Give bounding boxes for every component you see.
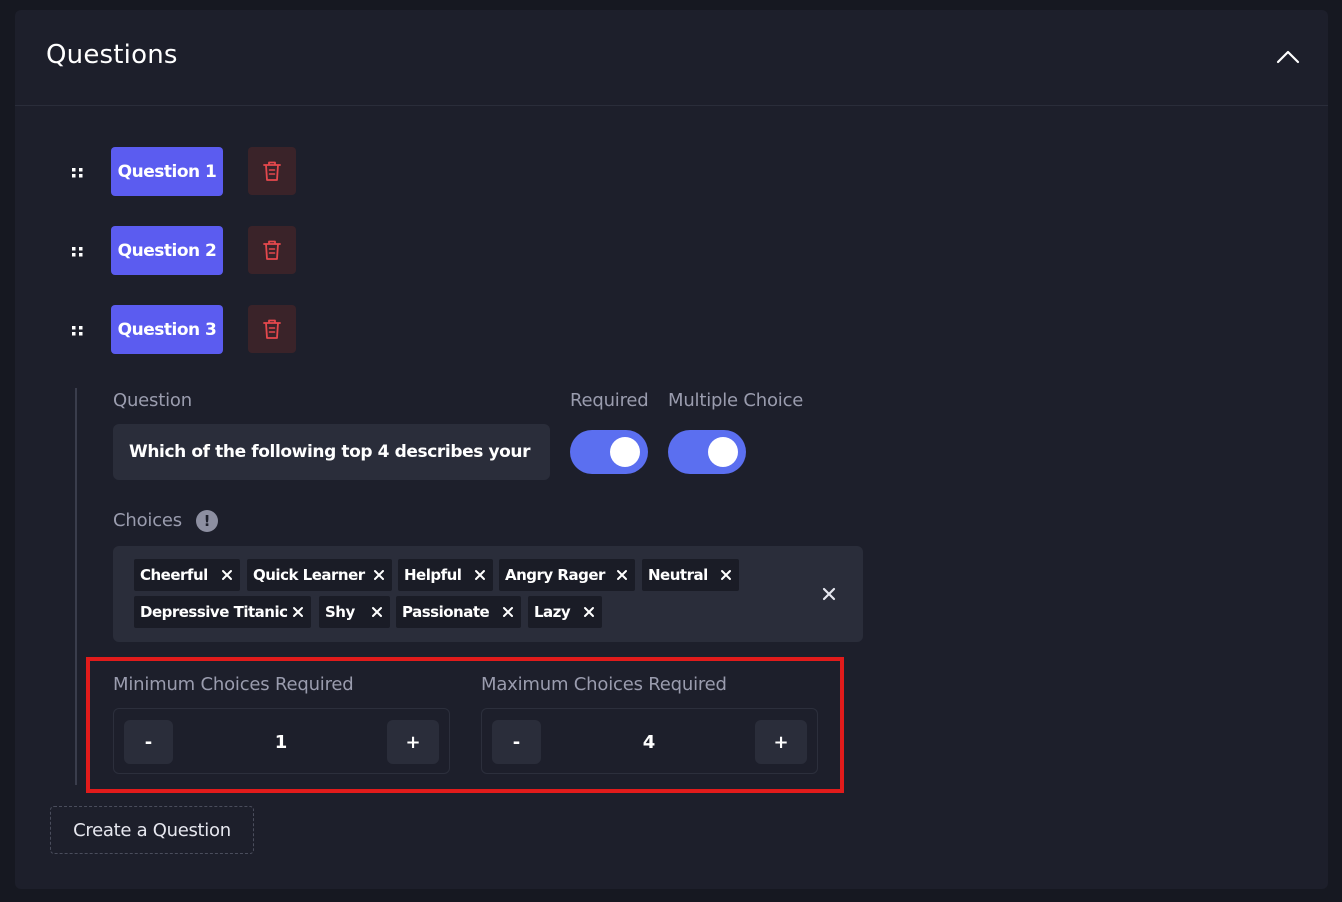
choice-chip-label: Angry Rager [505, 566, 605, 584]
remove-choice-icon[interactable] [719, 567, 733, 583]
chevron-up-icon[interactable] [1275, 46, 1301, 68]
delete-question-1-button[interactable] [248, 147, 296, 195]
multiple-choice-toggle[interactable] [668, 430, 746, 474]
questions-panel: Questions Question 1 Question 2 Question… [15, 10, 1328, 889]
max-decrement-button[interactable]: - [492, 720, 541, 764]
remove-choice-icon[interactable] [291, 604, 305, 620]
info-icon[interactable]: ! [196, 510, 218, 532]
choice-chip: Helpful [398, 559, 493, 591]
drag-handle-icon[interactable] [71, 165, 85, 179]
choice-chip-label: Passionate [402, 603, 490, 621]
remove-choice-icon[interactable] [615, 567, 629, 583]
max-choices-stepper: - 4 + [481, 708, 818, 774]
choice-chip-label: Neutral [648, 566, 708, 584]
choices-input[interactable]: Cheerful Quick Learner Helpful Angry Rag… [113, 546, 863, 642]
question-2-button[interactable]: Question 2 [111, 226, 223, 275]
drag-handle-icon[interactable] [71, 244, 85, 258]
remove-choice-icon[interactable] [372, 567, 386, 583]
choice-chip-label: Lazy [534, 603, 571, 621]
delete-question-2-button[interactable] [248, 226, 296, 274]
question-field-label: Question [113, 390, 192, 411]
question-text-input[interactable] [113, 424, 550, 480]
min-choices-label: Minimum Choices Required [113, 674, 354, 695]
remove-choice-icon[interactable] [473, 567, 487, 583]
clear-choices-icon[interactable] [821, 586, 837, 602]
drag-handle-icon[interactable] [71, 323, 85, 337]
trash-icon [263, 161, 281, 181]
choice-chip: Cheerful [134, 559, 240, 591]
remove-choice-icon[interactable] [370, 604, 384, 620]
choices-label: Choices [113, 510, 182, 531]
max-choices-label: Maximum Choices Required [481, 674, 727, 695]
question-1-button[interactable]: Question 1 [111, 147, 223, 196]
choice-chip: Neutral [642, 559, 739, 591]
max-increment-button[interactable]: + [755, 720, 807, 764]
choice-chip-label: Helpful [404, 566, 462, 584]
choice-chip: Angry Rager [499, 559, 635, 591]
required-label: Required [570, 390, 649, 411]
choice-chip: Lazy [528, 596, 602, 628]
remove-choice-icon[interactable] [501, 604, 515, 620]
panel-header: Questions [15, 10, 1328, 106]
min-decrement-button[interactable]: - [124, 720, 173, 764]
choice-chip: Shy [319, 596, 390, 628]
required-toggle[interactable] [570, 430, 648, 474]
choice-chip-label: Quick Learner [253, 566, 365, 584]
remove-choice-icon[interactable] [582, 604, 596, 620]
min-increment-button[interactable]: + [387, 720, 439, 764]
min-choices-stepper: - 1 + [113, 708, 450, 774]
choice-chip-label: Cheerful [140, 566, 208, 584]
panel-title: Questions [46, 40, 178, 70]
choice-chip-label: Shy [325, 603, 355, 621]
multiple-choice-label: Multiple Choice [668, 390, 804, 411]
choice-chip-label: Depressive Titanic [140, 603, 288, 621]
trash-icon [263, 319, 281, 339]
choice-chip: Passionate [396, 596, 521, 628]
trash-icon [263, 240, 281, 260]
expanded-guide-line [75, 388, 77, 785]
choice-chip: Depressive Titanic [134, 596, 311, 628]
delete-question-3-button[interactable] [248, 305, 296, 353]
min-choices-value: 1 [274, 731, 288, 753]
question-3-button[interactable]: Question 3 [111, 305, 223, 354]
choice-chip: Quick Learner [247, 559, 392, 591]
remove-choice-icon[interactable] [220, 567, 234, 583]
create-question-button[interactable]: Create a Question [50, 806, 254, 854]
max-choices-value: 4 [642, 731, 656, 753]
